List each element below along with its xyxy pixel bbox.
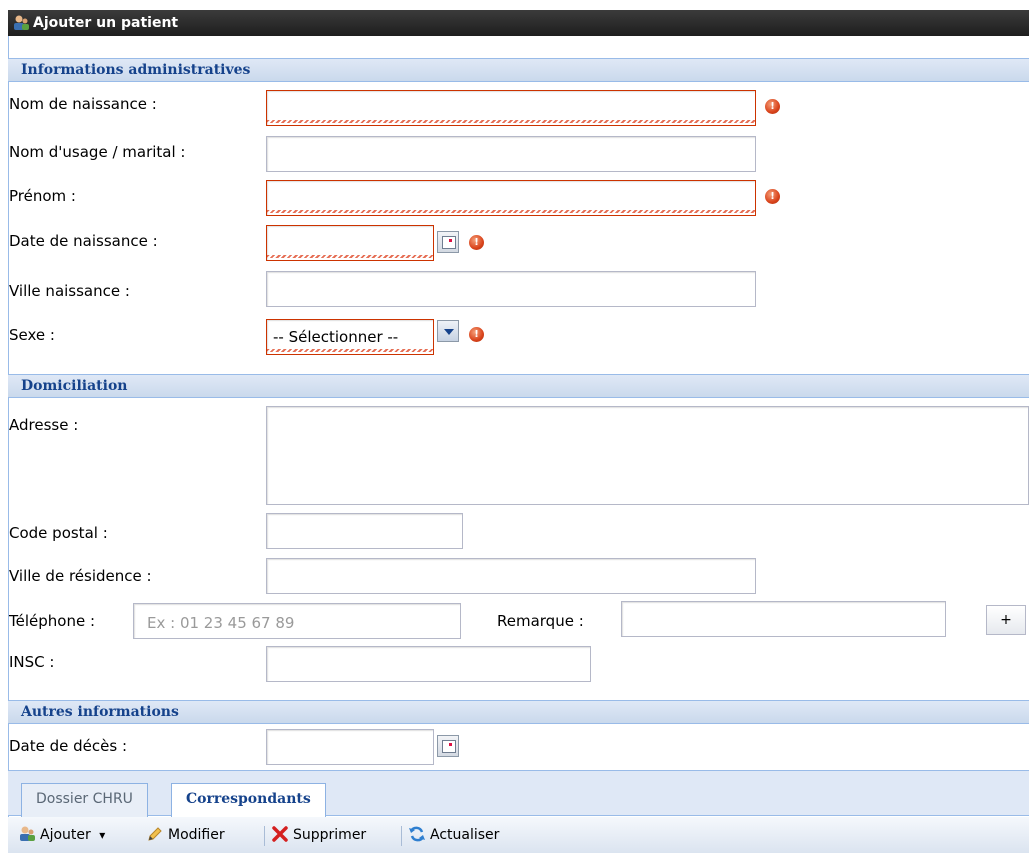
code-postal-input[interactable] bbox=[266, 513, 463, 549]
date-deces-input[interactable] bbox=[266, 729, 434, 765]
window-title: Ajouter un patient bbox=[33, 15, 179, 31]
supprimer-label: Supprimer bbox=[293, 827, 367, 843]
label-ville-naissance: Ville naissance : bbox=[9, 282, 130, 300]
actualiser-label: Actualiser bbox=[430, 827, 500, 843]
label-sexe: Sexe : bbox=[9, 326, 55, 344]
tab-correspondants[interactable]: Correspondants bbox=[171, 783, 326, 818]
ville-naissance-input[interactable] bbox=[266, 271, 756, 307]
label-telephone: Téléphone : bbox=[9, 612, 96, 630]
ajouter-label: Ajouter bbox=[40, 827, 91, 843]
label-adresse: Adresse : bbox=[9, 416, 79, 434]
insc-input[interactable] bbox=[266, 646, 591, 682]
supprimer-button[interactable]: Supprimer bbox=[271, 817, 366, 853]
toolbar-divider bbox=[264, 826, 265, 846]
label-remarque: Remarque : bbox=[497, 612, 584, 630]
telephone-placeholder: Ex : 01 23 45 67 89 bbox=[147, 614, 295, 632]
remarque-input[interactable] bbox=[621, 601, 946, 637]
section-autres-header: Autres informations bbox=[8, 700, 1029, 724]
adresse-textarea[interactable] bbox=[266, 406, 1029, 505]
label-insc: INSC : bbox=[9, 653, 55, 671]
calendar-icon[interactable] bbox=[437, 735, 459, 757]
label-nom-naissance: Nom de naissance : bbox=[9, 95, 157, 113]
error-icon: ! bbox=[469, 235, 484, 250]
label-date-naissance: Date de naissance : bbox=[9, 232, 158, 250]
add-phone-button[interactable]: + bbox=[986, 605, 1026, 635]
refresh-icon bbox=[409, 826, 425, 842]
error-icon: ! bbox=[765, 189, 780, 204]
calendar-icon[interactable] bbox=[437, 231, 459, 253]
error-icon: ! bbox=[765, 99, 780, 114]
sexe-select-value: -- Sélectionner -- bbox=[273, 328, 399, 346]
window-titlebar: Ajouter un patient bbox=[8, 10, 1029, 36]
label-date-deces: Date de décès : bbox=[9, 737, 128, 755]
section-domiciliation-header: Domiciliation bbox=[8, 374, 1029, 398]
delete-icon bbox=[272, 826, 288, 842]
modifier-label: Modifier bbox=[168, 827, 225, 843]
actualiser-button[interactable]: Actualiser bbox=[408, 817, 499, 853]
date-naissance-input[interactable] bbox=[266, 225, 434, 261]
error-icon: ! bbox=[469, 327, 484, 342]
prenom-input[interactable] bbox=[266, 180, 756, 216]
section-admin-header: Informations administratives bbox=[8, 58, 1029, 82]
label-nom-usage: Nom d'usage / marital : bbox=[9, 143, 186, 161]
nom-usage-input[interactable] bbox=[266, 136, 756, 172]
correspondants-toolbar: Ajouter ▾ Modifier Supprimer Actualiser bbox=[8, 817, 1029, 853]
chevron-down-icon: ▾ bbox=[99, 828, 106, 842]
tab-strip: Dossier CHRU Correspondants bbox=[8, 770, 1029, 818]
add-user-icon bbox=[20, 826, 35, 841]
tab-dossier-chru[interactable]: Dossier CHRU bbox=[21, 783, 148, 817]
pencil-icon bbox=[148, 827, 162, 841]
label-ville-residence: Ville de résidence : bbox=[9, 567, 152, 585]
ville-residence-input[interactable] bbox=[266, 558, 756, 594]
nom-naissance-input[interactable] bbox=[266, 90, 756, 126]
label-prenom: Prénom : bbox=[9, 187, 76, 205]
toolbar-divider bbox=[401, 826, 402, 846]
chevron-down-icon[interactable] bbox=[437, 320, 459, 342]
modifier-button[interactable]: Modifier bbox=[146, 817, 225, 853]
ajouter-button[interactable]: Ajouter ▾ bbox=[18, 817, 105, 853]
label-code-postal: Code postal : bbox=[9, 524, 108, 542]
patient-icon bbox=[14, 15, 29, 30]
